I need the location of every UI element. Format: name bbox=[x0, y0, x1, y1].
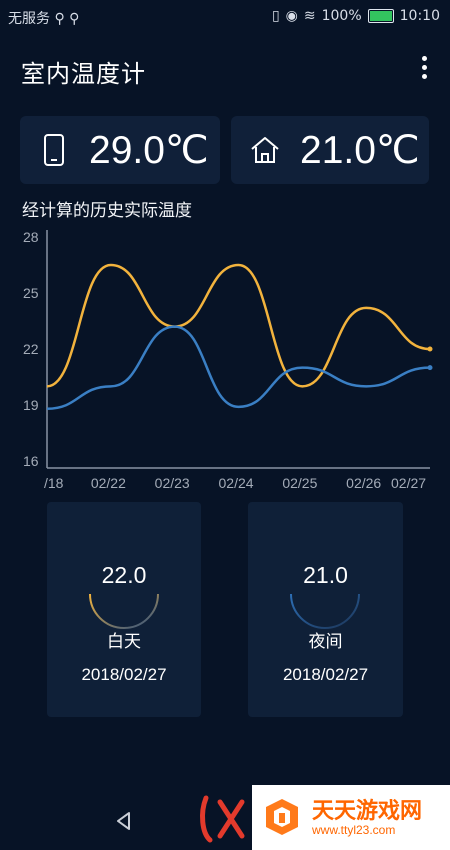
x-tick-label: 02/22 bbox=[91, 475, 126, 491]
home-temp-value: 21.0℃ bbox=[300, 128, 420, 172]
home-temp-card: 21.0℃ bbox=[231, 116, 429, 184]
nighttime-card: 21.0 夜间 2018/02/27 bbox=[248, 502, 403, 717]
vibrate-icon: ▯ bbox=[271, 8, 280, 24]
device-temp-value: 29.0℃ bbox=[89, 128, 209, 172]
watermark-mark-icon bbox=[200, 795, 245, 843]
eye-icon: ◉ bbox=[285, 8, 298, 24]
daytime-card: 22.0 白天 2018/02/27 bbox=[47, 502, 201, 717]
daytime-date: 2018/02/27 bbox=[81, 665, 167, 684]
daytime-temp-value: 22.0 bbox=[101, 562, 147, 588]
clock: 10:10 bbox=[399, 8, 440, 24]
more-options-icon[interactable] bbox=[420, 56, 428, 80]
x-tick-label: /18 bbox=[44, 475, 64, 491]
nighttime-date: 2018/02/27 bbox=[282, 665, 369, 684]
battery-percent: 100% bbox=[321, 8, 362, 24]
y-tick-label: 19 bbox=[23, 397, 39, 413]
battery-icon bbox=[367, 9, 394, 23]
chart-title: 经计算的历史实际温度 bbox=[22, 201, 192, 221]
x-tick-label: 02/27 bbox=[391, 475, 426, 491]
watermark-logo-icon bbox=[266, 799, 298, 835]
x-tick-label: 02/25 bbox=[282, 475, 317, 491]
page-title: 室内温度计 bbox=[21, 60, 146, 88]
series-point bbox=[427, 365, 433, 371]
y-tick-label: 25 bbox=[23, 285, 39, 301]
series-line-1 bbox=[46, 263, 431, 388]
history-temperature-chart: 28 25 22 19 16 /18 02/22 02/23 02/24 02/25 02/26 0… bbox=[23, 229, 433, 491]
y-tick-label: 16 bbox=[23, 453, 39, 469]
back-icon[interactable] bbox=[113, 810, 135, 832]
series-line-2 bbox=[46, 325, 431, 410]
watermark-url: www.ttyl23.com bbox=[312, 823, 396, 837]
wifi-icon: ≋ bbox=[303, 8, 316, 24]
nighttime-temp-value: 21.0 bbox=[303, 562, 348, 588]
x-tick-label: 02/24 bbox=[219, 475, 254, 491]
nighttime-label: 夜间 bbox=[308, 632, 343, 652]
home-icon bbox=[251, 137, 279, 163]
status-bar: 无服务 ⚲ ⚲ ▯ ◉ ≋ 100% 10:10 bbox=[0, 0, 450, 34]
daytime-label: 白天 bbox=[107, 632, 141, 652]
carrier-status: 无服务 ⚲ ⚲ bbox=[8, 11, 80, 27]
x-tick-label: 02/26 bbox=[346, 475, 381, 491]
y-tick-label: 22 bbox=[23, 341, 39, 357]
watermark-title: 天天游戏网 bbox=[312, 799, 423, 824]
y-tick-label: 28 bbox=[23, 229, 39, 245]
watermark: 天天游戏网 www.ttyl23.com bbox=[252, 785, 450, 850]
device-temp-card: 29.0℃ bbox=[20, 116, 220, 184]
phone-icon bbox=[44, 134, 64, 166]
x-tick-label: 02/23 bbox=[155, 475, 190, 491]
status-icons: ▯ ◉ ≋ 100% 10:10 bbox=[272, 8, 440, 24]
series-point bbox=[427, 346, 433, 352]
